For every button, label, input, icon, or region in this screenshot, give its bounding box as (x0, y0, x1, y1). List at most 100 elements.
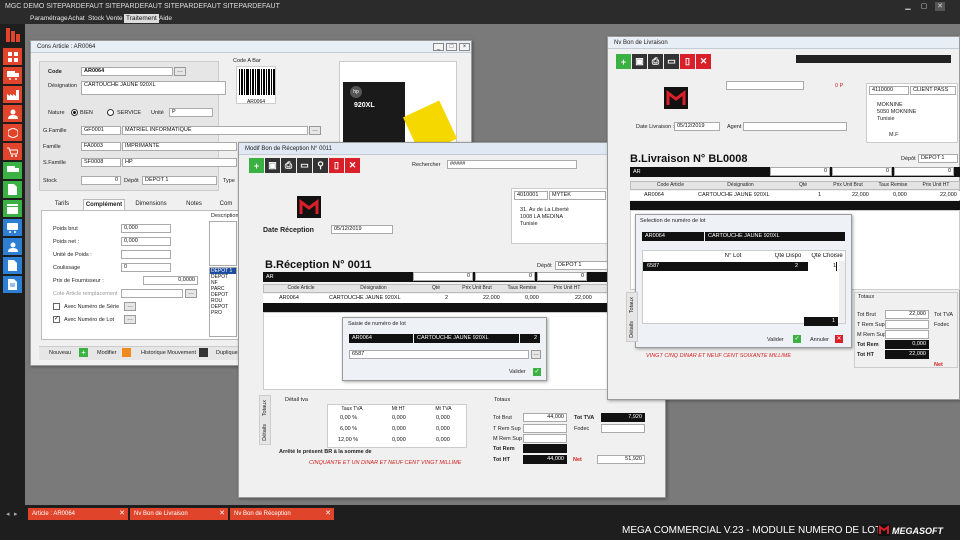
table-row[interactable]: AR0064 CARTOUCHE JAUNE 920XL 1 22,000 0,… (630, 191, 960, 200)
coulissage-field[interactable]: 0 (121, 263, 171, 272)
mobile-icon[interactable]: ▯ (329, 158, 344, 173)
tab-dimensions[interactable]: Dimensions (129, 199, 173, 210)
print-icon[interactable]: ⎙ (648, 54, 663, 69)
close-doc-icon[interactable]: ✕ (345, 158, 360, 173)
code-field[interactable]: AR0064 (81, 67, 173, 76)
br-fodec-field[interactable] (601, 424, 645, 433)
code-search-button[interactable]: … (174, 67, 186, 76)
person-icon[interactable] (3, 238, 22, 255)
bl-t-rem-sup-field[interactable] (885, 320, 929, 329)
save-icon[interactable]: ▣ (265, 158, 280, 173)
nouveau-button[interactable]: + (79, 348, 88, 357)
depot-select[interactable]: DEPOT 1 (142, 176, 217, 185)
poids-net-field[interactable]: 0,000 (121, 237, 171, 246)
truck-icon[interactable] (3, 67, 22, 84)
serie-settings-button[interactable]: … (124, 302, 136, 311)
bus-icon[interactable] (3, 219, 22, 236)
modifier-button[interactable] (122, 348, 131, 357)
save-icon[interactable]: ▣ (632, 54, 647, 69)
unite-poids-select[interactable] (121, 250, 171, 259)
lot-valider-button[interactable]: ✓ (533, 368, 541, 376)
task-reception[interactable]: Nv Bon de Réception ✕ (230, 508, 334, 520)
card-icon[interactable]: ▭ (664, 54, 679, 69)
mobile-icon[interactable]: ▯ (680, 54, 695, 69)
task-livraison[interactable]: Nv Bon de Livraison ✕ (130, 508, 228, 520)
print-icon[interactable]: ⎙ (281, 158, 296, 173)
tab-complement[interactable]: Complément (83, 199, 125, 210)
close-doc-icon[interactable]: ✕ (696, 54, 711, 69)
lot-number-search-button[interactable]: … (531, 350, 541, 359)
gfamille-search-button[interactable]: … (309, 126, 321, 135)
lot-checkbox[interactable]: ✓ (53, 316, 60, 323)
lot-select-valider-button[interactable]: ✓ (793, 335, 801, 343)
depot-list-item[interactable]: DEPOT NF (210, 274, 236, 286)
search-icon[interactable]: ⚲ (313, 158, 328, 173)
add-icon[interactable]: + (249, 158, 264, 173)
task-close-icon[interactable]: ✕ (119, 508, 125, 520)
task-close-icon[interactable]: ✕ (325, 508, 331, 520)
lot-number-input[interactable]: 6587 (349, 350, 529, 359)
sfamille-field[interactable]: HP (122, 158, 237, 167)
bl-depot-field[interactable]: DEPOT 1 (918, 154, 958, 163)
poids-brut-field[interactable]: 0,000 (121, 224, 171, 233)
tab-totaux[interactable]: Totaux (629, 297, 635, 313)
designation-field[interactable]: CARTOUCHE JAUNE 920XL (81, 81, 226, 95)
factory-icon[interactable] (3, 86, 22, 103)
tab-totaux[interactable]: Totaux (262, 400, 268, 416)
tab-details[interactable]: Détails (629, 321, 635, 338)
bl-m-rem-sup-field[interactable] (885, 330, 929, 339)
supplier-code-field[interactable]: 4010001 (514, 191, 548, 200)
sfamille-code-field[interactable]: SF0008 (81, 158, 121, 167)
prix-fournisseur-field[interactable]: 0,0000 (143, 276, 198, 285)
taskbar-next-icon[interactable]: ▸ (14, 510, 18, 518)
report-icon[interactable] (3, 276, 22, 293)
client-code-field[interactable]: 4110000 (869, 86, 909, 95)
br-m-rem-sup-field[interactable] (523, 434, 567, 443)
lot-select-annuler-button[interactable]: ✕ (835, 335, 843, 343)
cart-icon[interactable] (3, 143, 22, 160)
minimize-icon[interactable]: ▁ (903, 2, 913, 11)
unite-field[interactable]: P (169, 108, 213, 117)
menu-vente[interactable]: Vente (104, 14, 125, 23)
agent-field[interactable] (743, 122, 847, 131)
shop-icon[interactable] (3, 200, 22, 217)
cote-article-field[interactable] (121, 289, 183, 298)
lot-grid-scrollbar[interactable] (839, 261, 845, 323)
add-icon[interactable]: + (616, 54, 631, 69)
tab-details[interactable]: Détails (262, 424, 268, 441)
window-maximize-icon[interactable]: □ (446, 43, 457, 51)
delivery-search-field[interactable] (796, 55, 951, 63)
task-close-icon[interactable]: ✕ (219, 508, 225, 520)
menu-parametrage[interactable]: Paramétrage (28, 14, 70, 23)
taskbar-prev-icon[interactable]: ◂ (6, 510, 10, 518)
nature-bien-radio[interactable] (71, 109, 78, 116)
delivery-ref-field[interactable] (726, 81, 804, 90)
card-icon[interactable]: ▭ (297, 158, 312, 173)
tab-notes[interactable]: Notes (177, 199, 211, 210)
close-icon[interactable]: ✕ (935, 2, 945, 11)
table-row[interactable]: AR0064 CARTOUCHE JAUNE 920XL 2 22,000 0,… (263, 294, 641, 303)
famille-field[interactable]: IMPRIMANTE (122, 142, 237, 151)
lot-row[interactable]: 6587 2 1 (643, 262, 837, 271)
famille-code-field[interactable]: FA0003 (81, 142, 121, 151)
tab-com[interactable]: Com (215, 199, 237, 210)
description-field[interactable] (209, 221, 237, 266)
date-livraison-field[interactable]: 05/12/2019 (674, 122, 720, 131)
cote-search-button[interactable]: … (185, 289, 197, 298)
lot-row-choisie[interactable]: 1 (808, 262, 836, 271)
menu-traitement[interactable]: Traitement (124, 14, 159, 23)
lot-settings-button[interactable]: … (124, 315, 136, 324)
historique-button[interactable] (199, 348, 208, 357)
serie-checkbox[interactable] (53, 303, 60, 310)
rechercher-field[interactable]: ##### (447, 160, 577, 169)
menu-aide[interactable]: Aide (157, 14, 174, 23)
date-reception-field[interactable]: 05/12/2019 (331, 225, 393, 234)
gfamille-code-field[interactable]: GF0001 (81, 126, 121, 135)
client-name-field[interactable]: CLIENT PASS (910, 86, 956, 95)
br-depot-field[interactable]: DEPOT 1 (555, 261, 613, 270)
maximize-icon[interactable]: ▢ (919, 2, 929, 11)
file-icon[interactable] (3, 257, 22, 274)
window-minimize-icon[interactable]: _ (433, 43, 444, 51)
bl-selected-row[interactable] (630, 201, 960, 210)
user-icon[interactable] (3, 105, 22, 122)
